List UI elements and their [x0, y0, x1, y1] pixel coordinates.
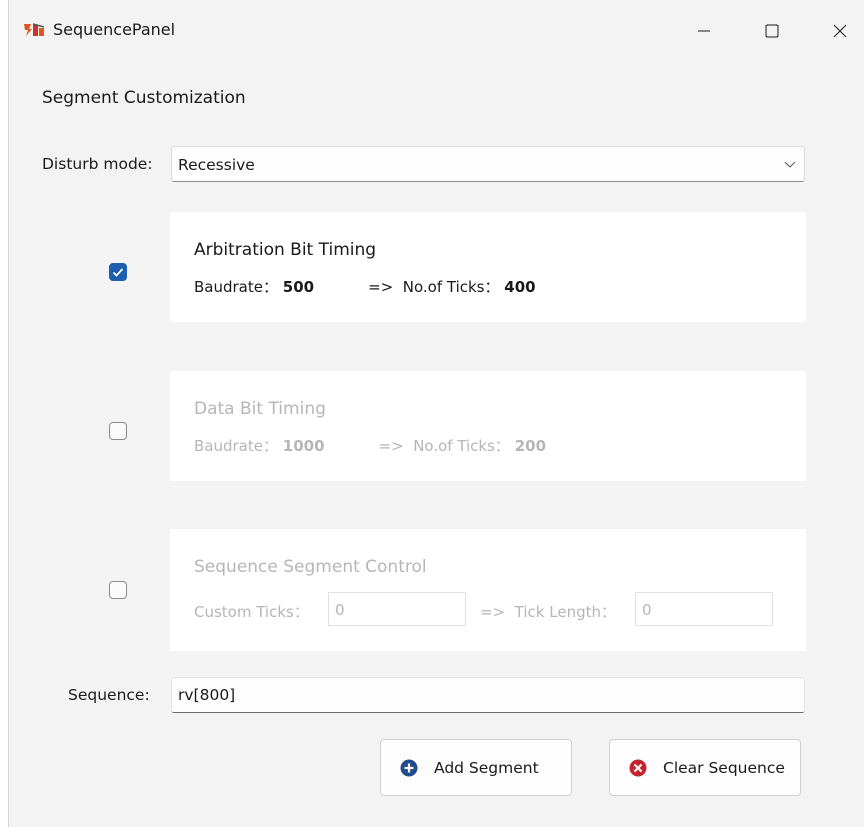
- section-title: Segment Customization: [42, 88, 246, 108]
- close-icon: [833, 24, 847, 38]
- tick-length-input[interactable]: 0: [635, 592, 773, 626]
- custom-ticks-input[interactable]: 0: [328, 592, 466, 626]
- chevron-down-icon: [784, 161, 796, 168]
- arbitration-title: Arbitration Bit Timing: [194, 240, 377, 260]
- sequence-input[interactable]: rv[800]: [171, 677, 805, 713]
- minimize-icon: [698, 30, 710, 32]
- arbitration-ticks-label: => No.of Ticks：: [368, 278, 500, 296]
- clear-sequence-button[interactable]: Clear Sequence: [609, 739, 801, 796]
- disturb-mode-value: Recessive: [178, 156, 255, 174]
- clear-sequence-label: Clear Sequence: [663, 758, 785, 777]
- close-button[interactable]: [817, 12, 863, 50]
- segment-control-checkbox[interactable]: [109, 581, 127, 599]
- arbitration-baudrate-value: 500: [282, 278, 315, 296]
- maximize-button[interactable]: [749, 12, 795, 50]
- window-title: SequencePanel: [53, 20, 176, 39]
- add-segment-label: Add Segment: [434, 758, 539, 777]
- data-bit-ticks-label: => No.of Ticks：: [378, 437, 510, 455]
- arbitration-details: Baudrate： 500 => No.of Ticks： 400: [194, 276, 536, 297]
- data-bit-checkbox[interactable]: [109, 422, 127, 440]
- title-bar: SequencePanel: [9, 0, 864, 62]
- tick-length-label: => Tick Length：: [480, 603, 616, 621]
- checkmark-icon: [112, 268, 124, 277]
- arbitration-ticks-value: 400: [504, 278, 536, 296]
- maximize-icon: [765, 24, 779, 38]
- arbitration-baudrate-label: Baudrate：: [194, 278, 278, 296]
- data-bit-details: Baudrate： 1000 => No.of Ticks： 200: [194, 435, 546, 456]
- app-logo-icon: [24, 23, 45, 36]
- add-segment-button[interactable]: Add Segment: [380, 739, 572, 796]
- minimize-button[interactable]: [681, 12, 727, 50]
- data-bit-title: Data Bit Timing: [194, 399, 326, 419]
- segment-control-title: Sequence Segment Control: [194, 557, 427, 577]
- arbitration-checkbox[interactable]: [109, 263, 127, 281]
- data-bit-baudrate-label: Baudrate：: [194, 437, 278, 455]
- disturb-mode-dropdown[interactable]: Recessive: [171, 146, 805, 182]
- custom-ticks-label: Custom Ticks：: [194, 603, 309, 621]
- sequence-label: Sequence:: [68, 686, 150, 704]
- segment-control-card: Sequence Segment Control Custom Ticks： 0…: [170, 529, 806, 651]
- clear-circle-icon: [629, 759, 647, 776]
- data-bit-card: Data Bit Timing Baudrate： 1000 => No.of T…: [170, 371, 806, 481]
- sequence-panel-window: SequencePanel Segment Customization Dist…: [8, 0, 864, 827]
- arbitration-card: Arbitration Bit Timing Baudrate： 500 => N…: [170, 212, 806, 322]
- data-bit-ticks-value: 200: [514, 437, 547, 455]
- data-bit-baudrate-value: 1000: [282, 437, 325, 455]
- disturb-mode-label: Disturb mode:: [42, 155, 153, 173]
- plus-circle-icon: [400, 759, 418, 776]
